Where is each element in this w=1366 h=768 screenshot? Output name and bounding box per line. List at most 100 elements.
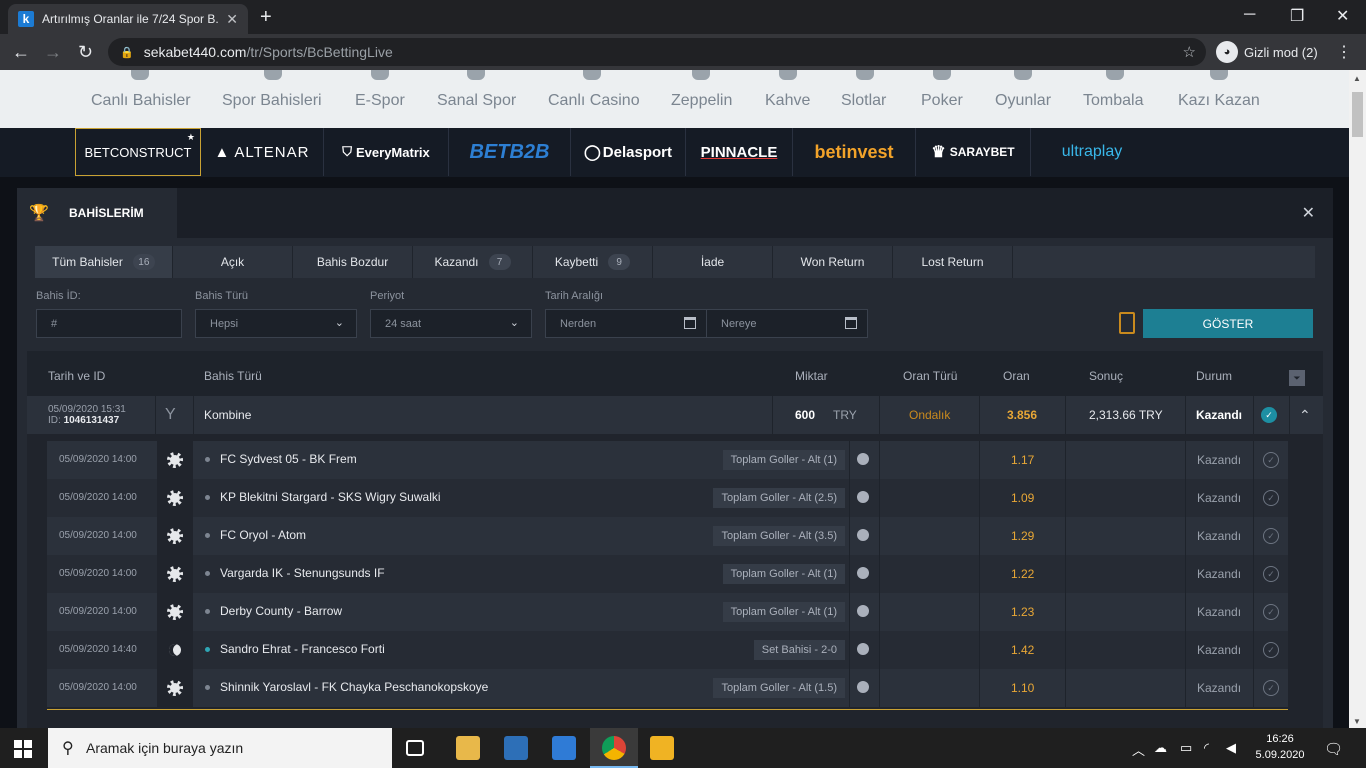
period-select[interactable]: 24 saat ⌄ (370, 309, 532, 338)
task-view-icon[interactable] (406, 740, 424, 756)
tab-won-return[interactable]: Won Return (773, 246, 893, 278)
browser-tab[interactable]: k Artırılmış Oranlar ile 7/24 Spor B... … (8, 4, 248, 34)
selection-status: Kazandı (1197, 453, 1242, 467)
battery-icon[interactable]: ▭ (1180, 740, 1192, 756)
onedrive-icon[interactable]: ☁ (1154, 740, 1167, 756)
tab-lost-return[interactable]: Lost Return (893, 246, 1013, 278)
nav-virtual-sports[interactable]: Sanal Spor (437, 92, 516, 110)
nav-poker[interactable]: Poker (921, 92, 963, 110)
calendar-icon[interactable] (684, 317, 696, 329)
nav-slots[interactable]: Slotlar (841, 92, 886, 110)
selection-row[interactable]: 05/09/2020 14:00 FC Oryol - Atom Toplam Go… (47, 517, 1288, 555)
provider-delasport[interactable]: ◯ Delasport (571, 128, 686, 176)
live-bets-icon (131, 70, 149, 80)
page-scrollbar[interactable]: ▲ ▼ (1349, 70, 1366, 728)
provider-everymatrix[interactable]: ⛉ EveryMatrix (324, 128, 449, 176)
address-bar[interactable]: 🔒 sekabet440.com/tr/Sports/BcBettingLive… (108, 38, 1206, 66)
nav-zeppelin[interactable]: Zeppelin (671, 92, 732, 110)
provider-betinvest[interactable]: betinvest (793, 128, 916, 176)
provider-altenar[interactable]: ▲ ALTENAR (201, 128, 324, 176)
chevron-up-icon[interactable]: ⌃ (1299, 396, 1311, 434)
date-to-input[interactable]: Nereye (706, 309, 868, 338)
provider-pinnacle[interactable]: PINNACLE (686, 128, 793, 176)
nav-kahve[interactable]: Kahve (765, 92, 810, 110)
provider-ultraplay[interactable]: ultraplay (1031, 128, 1153, 176)
bet-type: Kombine (204, 408, 252, 422)
back-icon[interactable]: ← (12, 42, 30, 62)
mail-icon[interactable] (552, 736, 576, 760)
tab-lost[interactable]: Kaybetti 9 (533, 246, 653, 278)
nav-esports[interactable]: E-Spor (355, 92, 405, 110)
menu-kebab-icon[interactable]: ⋮ (1336, 42, 1352, 62)
system-clock[interactable]: 16:26 5.09.2020 (1255, 731, 1305, 763)
close-tab-icon[interactable]: ✕ (226, 11, 238, 28)
scroll-thumb[interactable] (1352, 92, 1363, 137)
bet-row[interactable]: 05/09/2020 15:31 ID: 1046131437 Y Kombin… (27, 396, 1323, 434)
selection-row[interactable]: 05/09/2020 14:00 Shinnik Yaroslavl - FK C… (47, 669, 1288, 707)
provider-betconstruct[interactable]: BETCONSTRUCT ★ (75, 128, 201, 176)
incognito-indicator[interactable]: ◕ Gizli mod (2) (1216, 40, 1318, 64)
calendar-icon[interactable] (845, 317, 857, 329)
restore-icon[interactable]: ❐ (1290, 6, 1304, 26)
nav-sports-bets[interactable]: Spor Bahisleri (222, 92, 322, 110)
nav-live-casino[interactable]: Canlı Casino (548, 92, 640, 110)
won-check-icon: ✓ (1261, 396, 1277, 434)
chrome-taskbar-button[interactable] (590, 728, 638, 768)
collapse-all-icon[interactable]: ⏷ (1289, 370, 1305, 386)
stats-icon[interactable] (857, 491, 869, 503)
check-circle-icon: ✓ (1263, 604, 1279, 620)
stats-icon[interactable] (857, 453, 869, 465)
divider (1185, 396, 1186, 434)
scroll-up-icon[interactable]: ▲ (1353, 74, 1361, 83)
provider-saraybet[interactable]: ♛ SARAYBET (916, 128, 1031, 176)
volume-icon[interactable]: ◀ (1226, 740, 1236, 756)
stats-icon[interactable] (857, 681, 869, 693)
selection-row[interactable]: 05/09/2020 14:00 FC Sydvest 05 - BK Frem T… (47, 441, 1288, 479)
clipboard-icon[interactable] (1119, 312, 1135, 334)
selection-row[interactable]: 05/09/2020 14:40 Sandro Ehrat - Francesco… (47, 631, 1288, 669)
selection-row[interactable]: 05/09/2020 14:00 Derby County - Barrow Top… (47, 593, 1288, 631)
scroll-down-icon[interactable]: ▼ (1353, 717, 1361, 726)
windows-start-icon[interactable] (14, 740, 32, 758)
minimize-icon[interactable]: ─ (1244, 6, 1255, 24)
tab-all-bets[interactable]: Tüm Bahisler 16 (35, 246, 173, 278)
bet-id-input[interactable]: # (36, 309, 182, 338)
selection-row[interactable]: 05/09/2020 14:00 Vargarda IK - Stenungsun… (47, 555, 1288, 593)
stats-icon[interactable] (857, 605, 869, 617)
tab-cashout[interactable]: Bahis Bozdur (293, 246, 413, 278)
file-explorer-icon[interactable] (456, 736, 480, 760)
football-icon (167, 452, 183, 468)
sublime-icon[interactable] (650, 736, 674, 760)
modal-close-icon[interactable]: ✕ (1302, 203, 1315, 223)
date-to-placeholder: Nereye (721, 317, 757, 330)
tray-expand-icon[interactable]: ︿ (1132, 740, 1145, 759)
tab-refund[interactable]: İade (653, 246, 773, 278)
divider (1253, 517, 1254, 555)
provider-betb2b[interactable]: BETB2B (449, 128, 571, 176)
nav-games[interactable]: Oyunlar (995, 92, 1051, 110)
nav-tombala[interactable]: Tombala (1083, 92, 1143, 110)
selection-row[interactable]: 05/09/2020 14:00 KP Blekitni Stargard - S… (47, 479, 1288, 517)
reload-icon[interactable]: ↻ (78, 42, 93, 62)
stats-icon[interactable] (857, 567, 869, 579)
taskbar-search-box[interactable]: ⚲ Aramak için buraya yazın (48, 728, 392, 768)
notification-icon[interactable]: 🗨 (1324, 740, 1343, 758)
nav-scratch[interactable]: Kazı Kazan (1178, 92, 1260, 110)
new-tab-icon[interactable]: + (260, 6, 272, 28)
tab-title: Artırılmış Oranlar ile 7/24 Spor B... (42, 12, 219, 26)
divider (1185, 517, 1186, 555)
stats-icon[interactable] (857, 643, 869, 655)
col-bet-type: Bahis Türü (204, 369, 262, 383)
window-close-icon[interactable]: ✕ (1336, 6, 1349, 26)
tab-open[interactable]: Açık (173, 246, 293, 278)
store-icon[interactable] (504, 736, 528, 760)
stats-icon[interactable] (857, 529, 869, 541)
nav-live-bets[interactable]: Canlı Bahisler (91, 92, 191, 110)
show-button[interactable]: GÖSTER (1143, 309, 1313, 338)
forward-icon[interactable]: → (44, 42, 62, 62)
bookmark-star-icon[interactable]: ☆ (1183, 43, 1196, 61)
wifi-icon[interactable]: ◜ (1204, 740, 1209, 756)
bet-type-select[interactable]: Hepsi ⌄ (195, 309, 357, 338)
date-from-input[interactable]: Nerden (545, 309, 707, 338)
tab-won[interactable]: Kazandı 7 (413, 246, 533, 278)
